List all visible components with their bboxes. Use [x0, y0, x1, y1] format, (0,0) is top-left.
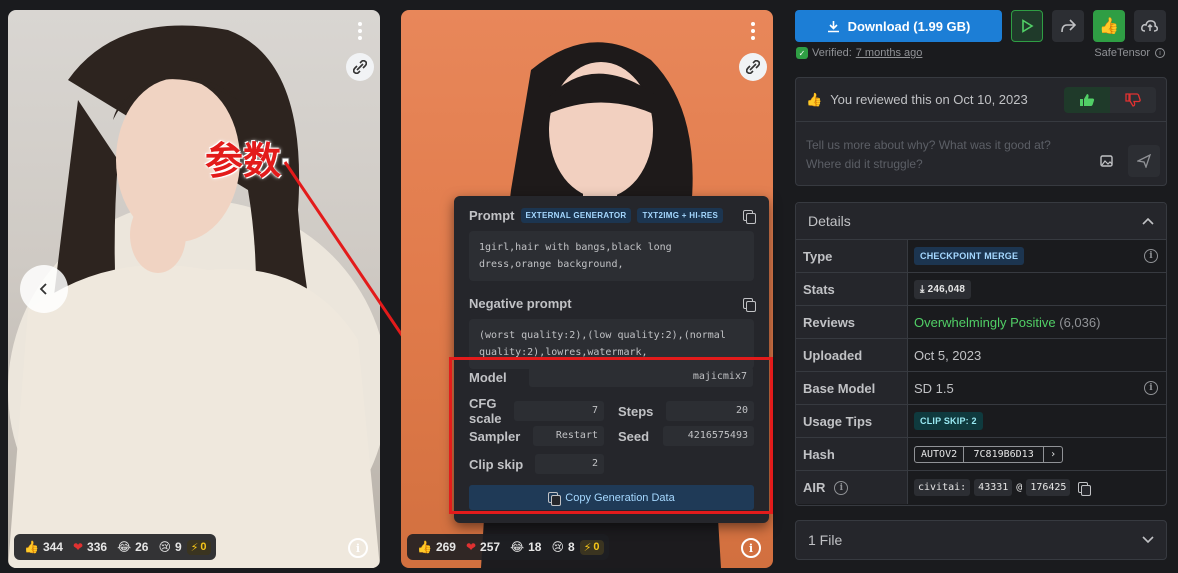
- chevron-right-icon: ›: [1043, 446, 1062, 462]
- like-model-button[interactable]: 👍: [1093, 10, 1125, 42]
- heart-icon: ❤: [72, 540, 84, 554]
- image-card-1[interactable]: 👍 344 ❤ 336 😂 26 😢 9 ⚡ 0 i: [8, 10, 380, 568]
- cloud-save-button[interactable]: [1134, 10, 1166, 42]
- thumbs-up-icon: 👍: [1099, 18, 1119, 35]
- copy-negative-icon[interactable]: [743, 297, 756, 312]
- hash-selector[interactable]: AUTOV2 7C819B6D13 ›: [914, 445, 1064, 463]
- download-icon: [827, 20, 839, 32]
- send-icon: [1137, 154, 1151, 168]
- thumbs-up-icon: [1080, 93, 1095, 106]
- air-identifier: civitai: 43331 @ 176425: [914, 479, 1092, 496]
- external-generator-tag: EXTERNAL GENERATOR: [520, 208, 632, 223]
- mode-tag: TXT2IMG + HI-RES: [637, 208, 724, 223]
- thumbs-down-icon: [1125, 92, 1141, 107]
- cry-icon: 😢: [158, 540, 171, 554]
- link-icon[interactable]: [346, 53, 374, 81]
- air-row: AIR i civitai: 43331 @ 176425: [796, 471, 1166, 504]
- cry-reaction[interactable]: 😢 8: [546, 540, 579, 554]
- thumbs-up-button[interactable]: [1064, 86, 1110, 113]
- thumbs-up-icon: 👍: [24, 540, 39, 554]
- cry-reaction[interactable]: 😢 9: [153, 540, 186, 554]
- run-button[interactable]: [1011, 10, 1043, 42]
- image-add-icon: [1100, 155, 1113, 167]
- reviews-row: Reviews Overwhelmingly Positive (6,036): [796, 306, 1166, 339]
- cloud-icon: [1141, 20, 1158, 32]
- bolt-icon: ⚡: [190, 541, 199, 554]
- bolt-icon: ⚡: [583, 541, 592, 554]
- heart-icon: ❤: [465, 540, 477, 554]
- share-button[interactable]: [1052, 10, 1084, 42]
- review-count: (6,036): [1059, 314, 1101, 330]
- base-model-row: Base Model SD 1.5 i: [796, 372, 1166, 405]
- laugh-icon: 😂: [117, 540, 132, 554]
- hash-value: 7C819B6D13: [963, 446, 1043, 462]
- files-accordion[interactable]: 1 File: [795, 520, 1167, 560]
- info-icon[interactable]: i: [741, 538, 761, 558]
- more-menu-icon[interactable]: [352, 20, 368, 42]
- play-icon: [1022, 19, 1034, 33]
- uploaded-row: Uploaded Oct 5, 2023: [796, 339, 1166, 372]
- link-icon[interactable]: [739, 53, 767, 81]
- prompt-text: 1girl,hair with bangs,black long dress,o…: [469, 231, 754, 281]
- verified-status: ✓ Verified: 7 months ago: [796, 47, 922, 59]
- review-rating-toggle: [1064, 86, 1156, 113]
- info-icon[interactable]: i: [348, 538, 368, 558]
- hash-algo: AUTOV2: [921, 448, 958, 460]
- downloads-badge: ⤓ 246,048: [914, 279, 972, 299]
- thumbs-down-button[interactable]: [1110, 86, 1156, 113]
- info-icon[interactable]: i: [1155, 48, 1165, 58]
- usage-tips-row: Usage Tips CLIP SKIP: 2: [796, 405, 1166, 438]
- chevron-up-icon: [1142, 217, 1154, 225]
- details-header[interactable]: Details: [796, 203, 1166, 240]
- type-badge: CHECKPOINT MERGE: [914, 247, 1025, 265]
- review-status: You reviewed this on Oct 10, 2023: [830, 92, 1028, 107]
- negative-prompt-label: Negative prompt: [469, 296, 572, 311]
- info-icon[interactable]: i: [1144, 381, 1158, 395]
- like-reaction[interactable]: 👍 344: [19, 540, 68, 554]
- share-icon: [1061, 19, 1076, 33]
- cry-icon: 😢: [551, 540, 564, 554]
- details-panel: Details Type CHECKPOINT MERGE i Stats ⤓ 2…: [795, 202, 1167, 506]
- laugh-icon: 😂: [510, 540, 525, 554]
- more-menu-icon[interactable]: [745, 20, 761, 42]
- laugh-reaction[interactable]: 😂 26: [112, 540, 153, 554]
- review-box: 👍 You reviewed this on Oct 10, 2023 Tell…: [795, 77, 1167, 186]
- verified-date-link[interactable]: 7 months ago: [856, 47, 923, 59]
- hash-row: Hash AUTOV2 7C819B6D13 ›: [796, 438, 1166, 471]
- download-button[interactable]: Download (1.99 GB): [795, 10, 1002, 42]
- stats-row: Stats ⤓ 246,048: [796, 273, 1166, 306]
- copy-prompt-icon[interactable]: [743, 209, 756, 224]
- laugh-reaction[interactable]: 😂 18: [505, 540, 546, 554]
- chevron-down-icon: [1142, 536, 1154, 544]
- safetensor-label: SafeTensor i: [1094, 47, 1165, 59]
- send-review-button[interactable]: [1128, 145, 1160, 177]
- heart-reaction[interactable]: ❤ 257: [461, 540, 505, 554]
- annotation-highlight-box: [449, 357, 773, 514]
- attach-image-button[interactable]: [1091, 145, 1123, 177]
- review-input[interactable]: Tell us more about why? What was it good…: [806, 136, 1086, 174]
- review-sentiment-link[interactable]: Overwhelmingly Positive: [914, 315, 1056, 330]
- annotation-label: 参数: [205, 139, 282, 183]
- base-model-value: SD 1.5: [914, 380, 954, 396]
- heart-reaction[interactable]: ❤ 336: [68, 540, 112, 554]
- copy-icon[interactable]: [1078, 481, 1092, 496]
- reaction-bar: 👍 269 ❤ 257 😂 18 😢 8 ⚡ 0: [407, 534, 609, 560]
- prompt-label: Prompt: [469, 208, 515, 223]
- type-row: Type CHECKPOINT MERGE i: [796, 240, 1166, 273]
- download-icon: ⤓: [920, 283, 925, 295]
- buzz-reaction[interactable]: ⚡ 0: [186, 539, 211, 555]
- previous-image-button[interactable]: [20, 265, 68, 313]
- thumbs-up-outline-icon: 👍: [806, 91, 823, 107]
- buzz-reaction[interactable]: ⚡ 0: [579, 539, 604, 555]
- clip-skip-badge: CLIP SKIP: 2: [914, 412, 983, 430]
- thumbs-up-icon: 👍: [417, 540, 432, 554]
- info-icon[interactable]: i: [1144, 249, 1158, 263]
- uploaded-date: Oct 5, 2023: [914, 347, 982, 363]
- like-reaction[interactable]: 👍 269: [412, 540, 461, 554]
- verified-icon: ✓: [796, 47, 808, 59]
- info-icon[interactable]: i: [834, 480, 849, 495]
- reaction-bar: 👍 344 ❤ 336 😂 26 😢 9 ⚡ 0: [14, 534, 216, 560]
